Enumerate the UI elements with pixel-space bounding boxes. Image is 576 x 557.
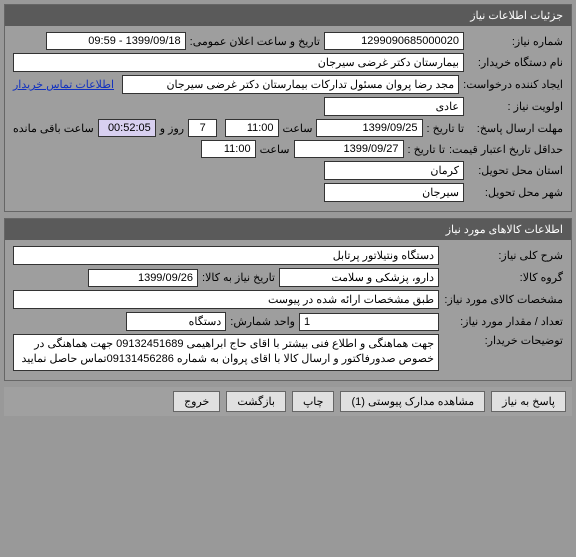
hour-label-1: ساعت: [283, 122, 313, 135]
buyer-org-value: بیمارستان دکتر غرضی سیرجان: [13, 53, 464, 72]
need-info-header: جزئیات اطلاعات نیاز: [5, 5, 571, 26]
time-remain-suffix: ساعت باقی مانده: [13, 122, 94, 135]
goods-info-panel: اطلاعات کالاهای مورد نیاز شرح کلی نیاز: …: [4, 218, 572, 381]
buyer-org-label: نام دستگاه خریدار:: [468, 56, 563, 69]
buyer-notes-value: جهت هماهنگی و اطلاع فنی بیشتر با اقای حا…: [13, 334, 439, 371]
priority-value: عادی: [324, 97, 464, 116]
min-validity-date: 1399/09/27: [294, 140, 404, 158]
hour-label-2: ساعت: [260, 143, 290, 156]
delivery-province-value: کرمان: [324, 161, 464, 180]
min-validity-label: حداقل تاریخ اعتبار قیمت:: [449, 143, 563, 156]
exit-button[interactable]: خروج: [173, 391, 220, 412]
reply-until-date: 1399/09/25: [316, 119, 422, 137]
min-validity-time: 11:00: [201, 140, 256, 158]
unit-label: واحد شمارش:: [230, 315, 295, 328]
qty-label: تعداد / مقدار مورد نیاز:: [443, 315, 563, 328]
qty-value: 1: [299, 313, 439, 331]
reply-button[interactable]: پاسخ به نیاز: [491, 391, 566, 412]
buyer-notes-label: توضیحات خریدار:: [443, 334, 563, 347]
goods-spec-value: طبق مشخصات ارائه شده در پیوست: [13, 290, 439, 309]
need-until-label: تاریخ نیاز به کالا:: [202, 271, 275, 284]
goods-info-body: شرح کلی نیاز: دستگاه ونتیلاتور پرتابل گر…: [5, 240, 571, 380]
delivery-city-label: شهر محل تحویل:: [468, 186, 563, 199]
print-button[interactable]: چاپ: [292, 391, 335, 412]
need-until-value: 1399/09/26: [88, 269, 198, 287]
reply-until-time: 11:00: [225, 119, 278, 137]
requester-label: ایجاد کننده درخواست:: [463, 78, 563, 91]
need-no-label: شماره نیاز:: [468, 35, 563, 48]
until-label: تا تاریخ :: [427, 122, 464, 135]
time-remaining: 00:52:05: [98, 119, 156, 137]
priority-label: اولویت نیاز :: [468, 100, 563, 113]
unit-value: دستگاه: [126, 312, 226, 331]
days-remaining: 7: [188, 119, 217, 137]
action-bar: پاسخ به نیاز مشاهده مدارک پیوستی (1) چاپ…: [4, 387, 572, 416]
buyer-contact-link[interactable]: اطلاعات تماس خریدار: [13, 78, 114, 91]
need-no-value: 1299090685000020: [324, 32, 464, 50]
until-label-2: تا تاریخ :: [408, 143, 445, 156]
attachments-button[interactable]: مشاهده مدارک پیوستی (1): [340, 391, 485, 412]
requester-value: مجد رضا پروان مسئول تدارکات بیمارستان دک…: [122, 75, 459, 94]
goods-info-header: اطلاعات کالاهای مورد نیاز: [5, 219, 571, 240]
general-desc-value: دستگاه ونتیلاتور پرتابل: [13, 246, 439, 265]
back-button[interactable]: بازگشت: [226, 391, 286, 412]
reply-deadline-label: مهلت ارسال پاسخ:: [468, 122, 563, 135]
general-desc-label: شرح کلی نیاز:: [443, 249, 563, 262]
delivery-city-value: سیرجان: [324, 183, 464, 202]
days-and-label: روز و: [160, 122, 184, 135]
goods-group-value: دارو، پزشکی و سلامت: [279, 268, 439, 287]
delivery-province-label: استان محل تحویل:: [468, 164, 563, 177]
goods-group-label: گروه کالا:: [443, 271, 563, 284]
need-info-panel: جزئیات اطلاعات نیاز شماره نیاز: 12990906…: [4, 4, 572, 212]
pub-datetime-label: تاریخ و ساعت اعلان عمومی:: [190, 35, 320, 48]
need-info-body: شماره نیاز: 1299090685000020 تاریخ و ساع…: [5, 26, 571, 211]
pub-datetime-value: 1399/09/18 - 09:59: [46, 32, 186, 50]
goods-spec-label: مشخصات کالای مورد نیاز:: [443, 293, 563, 306]
